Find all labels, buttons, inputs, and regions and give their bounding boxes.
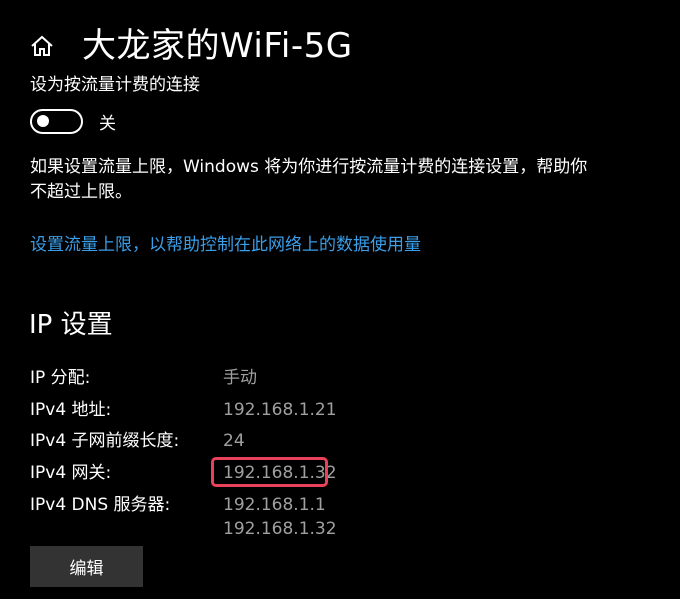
ipv4-address-value: 192.168.1.21 [223,400,337,420]
toggle-knob [37,115,49,127]
metered-toggle-row: 关 [30,108,116,134]
ipv4-address-label: IPv4 地址: [30,400,112,420]
toggle-state-label: 关 [99,113,116,134]
set-data-limit-link[interactable]: 设置流量上限，以帮助控制在此网络上的数据使用量 [30,233,421,257]
ipv4-dns-value-primary: 192.168.1.1 [223,495,326,515]
header: 大龙家的WiFi-5G [30,22,353,70]
ip-assignment-label: IP 分配: [30,368,91,388]
ipv4-dns-label: IPv4 DNS 服务器: [30,495,171,515]
metered-description: 如果设置流量上限，Windows 将为你进行按流量计费的连接设置，帮助你不超过上… [30,157,588,202]
ipv4-gateway-label: IPv4 网关: [30,463,112,483]
ip-settings-title: IP 设置 [29,310,113,340]
ipv4-dns-value-secondary: 192.168.1.32 [223,519,337,539]
metered-connection-label: 设为按流量计费的连接 [30,75,200,95]
home-icon[interactable] [30,34,54,58]
ipv4-prefix-label: IPv4 子网前缀长度: [30,431,180,451]
ipv4-prefix-value: 24 [223,431,245,451]
metered-toggle[interactable] [30,108,83,134]
page-title: 大龙家的WiFi-5G [82,26,353,66]
gateway-highlight-box [211,457,328,487]
ip-assignment-value: 手动 [223,368,257,388]
edit-button[interactable]: 编辑 [30,546,143,587]
